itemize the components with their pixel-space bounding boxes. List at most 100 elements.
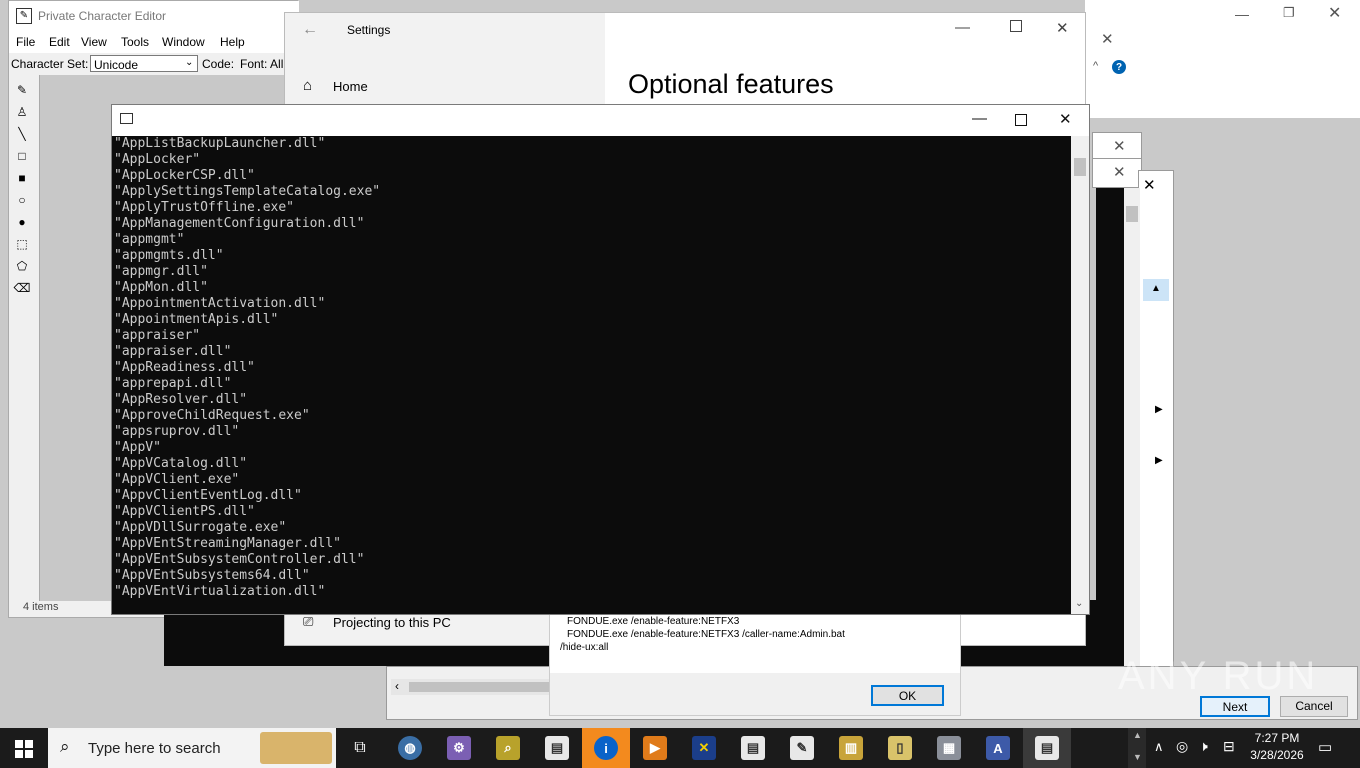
console-line: "AppVClientPS.dll" bbox=[114, 504, 255, 519]
console-line: "appraiser.dll" bbox=[114, 344, 232, 359]
taskbar-app[interactable]: ✕ bbox=[680, 728, 728, 768]
triangle-up-icon: ▲ bbox=[1151, 283, 1161, 294]
close-icon[interactable]: ✕ bbox=[1328, 3, 1341, 23]
taskbar-scroll[interactable]: ▲ ▼ bbox=[1128, 728, 1146, 768]
hollow-ellipse-icon[interactable]: ○ bbox=[13, 191, 31, 209]
taskbar-app[interactable]: ▤ bbox=[729, 728, 777, 768]
start-button[interactable] bbox=[0, 728, 48, 768]
menu-help[interactable]: Help bbox=[220, 35, 245, 49]
close-icon[interactable]: ✕ bbox=[1059, 110, 1072, 128]
menu-view[interactable]: View bbox=[81, 35, 107, 49]
taskbar-app[interactable]: ✎ bbox=[778, 728, 826, 768]
close-icon[interactable]: ✕ bbox=[1101, 30, 1114, 48]
minimize-icon[interactable]: — bbox=[955, 19, 970, 36]
ok-button[interactable]: OK bbox=[871, 685, 944, 706]
taskbar-app[interactable]: ⚙ bbox=[435, 728, 483, 768]
filled-ellipse-icon[interactable]: ● bbox=[13, 213, 31, 231]
console-icon bbox=[120, 113, 133, 124]
console-line: "AppvClientEventLog.dll" bbox=[114, 488, 302, 503]
close-icon[interactable]: ✕ bbox=[1113, 163, 1126, 181]
console-line: "AppVDllSurrogate.exe" bbox=[114, 520, 287, 535]
property-panel-window: ✕ ▲ ▶ ▶ bbox=[1138, 170, 1174, 718]
clipboard-icon: ▦ bbox=[937, 736, 961, 760]
taskbar-app-active[interactable]: i bbox=[582, 728, 630, 768]
notification-icon[interactable]: ▭ bbox=[1318, 738, 1332, 756]
scrollbar[interactable] bbox=[1124, 188, 1140, 666]
close-icon[interactable]: ✕ bbox=[1143, 176, 1156, 194]
clock-date: 3/28/2026 bbox=[1250, 748, 1304, 762]
taskbar-app[interactable]: ▤ bbox=[1023, 728, 1071, 768]
chevron-down-icon: ▼ bbox=[1133, 752, 1142, 762]
scrollbar-thumb[interactable] bbox=[409, 682, 549, 692]
nav-projecting-to-this-pc[interactable]: Projecting to this PC bbox=[333, 615, 451, 630]
maximize-icon[interactable] bbox=[1010, 20, 1022, 32]
back-arrow-icon[interactable]: ← bbox=[302, 21, 318, 39]
taskbar-app[interactable]: ⌕ bbox=[484, 728, 532, 768]
next-button[interactable]: Next bbox=[1200, 696, 1270, 717]
console-line: "AppointmentActivation.dll" bbox=[114, 296, 326, 311]
line-icon[interactable]: ╲ bbox=[13, 125, 31, 143]
close-icon[interactable]: ✕ bbox=[1056, 19, 1069, 37]
help-icon[interactable]: ? bbox=[1112, 60, 1126, 74]
console-output: "AppListBackupLauncher.dll" "AppLocker" "A… bbox=[114, 136, 1069, 614]
console-line: "AppV" bbox=[114, 440, 161, 455]
console-scrollbar[interactable]: ⌄ bbox=[1071, 136, 1089, 614]
menu-window[interactable]: Window bbox=[162, 35, 205, 49]
console-line: "AppResolver.dll" bbox=[114, 392, 248, 407]
meet-now-icon[interactable]: ◎ bbox=[1176, 738, 1188, 755]
windows-logo-icon bbox=[15, 740, 33, 758]
chevron-left-icon[interactable]: ‹ bbox=[395, 679, 399, 693]
pencil-icon[interactable]: ✎ bbox=[13, 81, 31, 99]
search-placeholder: Type here to search bbox=[88, 740, 221, 757]
triangle-right-icon[interactable]: ▶ bbox=[1155, 404, 1163, 415]
menu-file[interactable]: File bbox=[16, 35, 35, 49]
page-heading: Optional features bbox=[628, 69, 834, 99]
search-files-icon: ⌕ bbox=[496, 736, 520, 760]
menu-tools[interactable]: Tools bbox=[121, 35, 149, 49]
taskbar-app[interactable]: ▯ bbox=[876, 728, 924, 768]
scroll-up-button[interactable]: ▲ bbox=[1143, 279, 1169, 301]
task-view-button[interactable]: ⧉ bbox=[336, 728, 384, 768]
taskbar-app[interactable]: A bbox=[974, 728, 1022, 768]
console-app-icon: ▤ bbox=[1035, 736, 1059, 760]
cancel-button[interactable]: Cancel bbox=[1280, 696, 1348, 717]
control-panel-icon: ⚙ bbox=[447, 736, 471, 760]
minimize-icon[interactable]: — bbox=[972, 110, 987, 127]
media-player-icon: ▶ bbox=[643, 736, 667, 760]
character-set-select[interactable]: Unicode ⌄ bbox=[90, 55, 198, 72]
nav-home[interactable]: Home bbox=[333, 79, 368, 94]
minimize-icon[interactable]: — bbox=[1235, 6, 1249, 22]
restore-icon[interactable]: ❐ bbox=[1283, 5, 1295, 21]
maximize-icon[interactable] bbox=[1015, 114, 1027, 126]
character-set-value: Unicode bbox=[94, 58, 139, 72]
search-box[interactable]: ⌕ Type here to search bbox=[48, 728, 336, 768]
scrollbar-thumb[interactable] bbox=[1126, 206, 1138, 222]
bison-illustration-icon bbox=[260, 732, 332, 764]
taskbar-app[interactable]: ▤ bbox=[533, 728, 581, 768]
taskbar-app[interactable]: ▥ bbox=[827, 728, 875, 768]
clock[interactable]: 7:27 PM 3/28/2026 bbox=[1246, 730, 1308, 766]
rectangular-selection-icon[interactable]: ⬚ bbox=[13, 235, 31, 253]
chevron-down-icon[interactable]: ⌄ bbox=[1075, 598, 1083, 609]
triangle-right-icon[interactable]: ▶ bbox=[1155, 455, 1163, 466]
tray-chevron-icon[interactable]: ∧ bbox=[1154, 739, 1164, 755]
taskbar-app[interactable]: ▦ bbox=[925, 728, 973, 768]
close-icon[interactable]: ✕ bbox=[1113, 137, 1126, 155]
eraser-icon[interactable]: ⌫ bbox=[13, 279, 31, 297]
filled-rectangle-icon[interactable]: ■ bbox=[13, 169, 31, 187]
menu-edit[interactable]: Edit bbox=[49, 35, 70, 49]
console-app-icon: ▤ bbox=[741, 736, 765, 760]
console-line: "appmgmts.dll" bbox=[114, 248, 224, 263]
dialog-message: FONDUE.exe /enable-feature:NETFX3 FONDUE… bbox=[560, 615, 845, 654]
brush-icon[interactable]: ♙ bbox=[13, 103, 31, 121]
chevron-up-icon[interactable]: ^ bbox=[1093, 60, 1098, 72]
font-label: Font: All bbox=[240, 57, 284, 71]
volume-icon[interactable]: 🕨 bbox=[1199, 738, 1208, 755]
hollow-rectangle-icon[interactable]: □ bbox=[13, 147, 31, 165]
taskbar-app[interactable]: ◍ bbox=[386, 728, 434, 768]
freeform-selection-icon[interactable]: ⬠ bbox=[13, 257, 31, 275]
taskbar-app[interactable]: ▶ bbox=[631, 728, 679, 768]
network-icon[interactable]: ⊟ bbox=[1223, 738, 1235, 755]
horizontal-scrollbar[interactable]: ‹ bbox=[391, 679, 551, 695]
scrollbar-thumb[interactable] bbox=[1074, 158, 1086, 176]
